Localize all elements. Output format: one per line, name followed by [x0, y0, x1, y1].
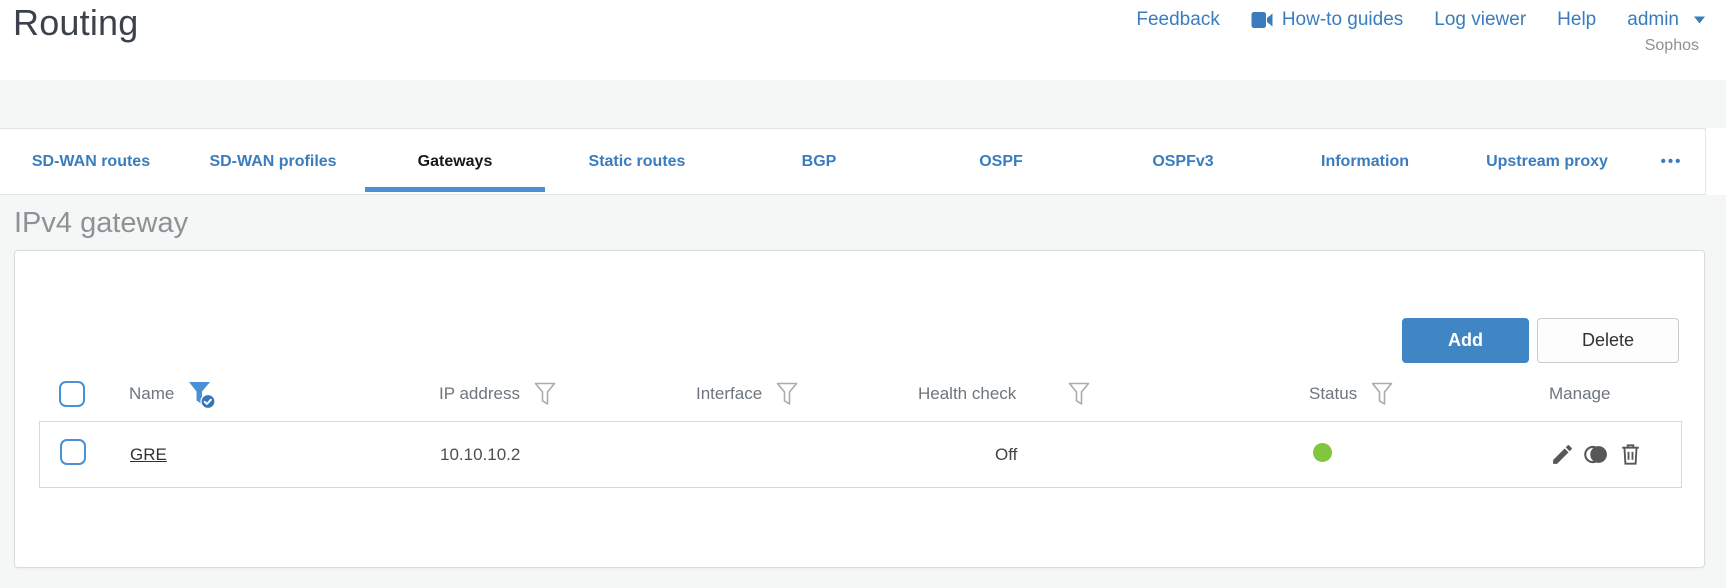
add-button[interactable]: Add	[1402, 318, 1529, 363]
filter-icon[interactable]	[775, 381, 799, 408]
filter-active-icon[interactable]	[187, 380, 216, 409]
column-header-name: Name	[129, 380, 439, 409]
delete-trash-icon[interactable]	[1618, 442, 1643, 467]
column-header-interface: Interface	[696, 381, 918, 408]
column-header-health-check: Health check	[918, 381, 1309, 408]
tab-static-routes[interactable]: Static routes	[546, 129, 728, 194]
tab-upstream-proxy[interactable]: Upstream proxy	[1456, 129, 1638, 194]
chevron-down-icon	[1693, 16, 1706, 24]
column-header-ip-address: IP address	[439, 381, 696, 408]
top-navigation: Feedback How-to guides Log viewer Help a…	[1136, 9, 1706, 31]
row-checkbox[interactable]	[60, 439, 86, 465]
filter-icon[interactable]	[533, 381, 557, 408]
manage-actions	[1550, 442, 1681, 467]
video-camera-icon	[1251, 12, 1274, 28]
ipv4-gateway-panel: Add Delete Name IP address Interface Hea…	[14, 250, 1705, 568]
help-link[interactable]: Help	[1557, 9, 1596, 31]
more-tabs-button[interactable]: •••	[1638, 129, 1705, 194]
header-divider-band	[0, 80, 1726, 128]
table-header: Name IP address Interface Health check S…	[39, 371, 1682, 417]
tab-sd-wan-profiles[interactable]: SD-WAN profiles	[182, 129, 364, 194]
section-heading: IPv4 gateway	[14, 207, 189, 239]
column-header-status: Status	[1309, 381, 1549, 408]
delete-button[interactable]: Delete	[1537, 318, 1679, 363]
how-to-guides-link[interactable]: How-to guides	[1251, 9, 1403, 31]
ip-address-value: 10.10.10.2	[440, 444, 521, 464]
table-toolbar: Add Delete	[1402, 318, 1679, 363]
clone-icon[interactable]	[1584, 442, 1609, 467]
tab-information[interactable]: Information	[1274, 129, 1456, 194]
user-menu[interactable]: admin	[1627, 9, 1706, 31]
page-header: Routing Feedback How-to guides Log viewe…	[0, 0, 1726, 80]
select-all-checkbox[interactable]	[59, 381, 85, 407]
table-row: GRE 10.10.10.2 Off	[39, 421, 1682, 488]
tab-gateways[interactable]: Gateways	[364, 129, 546, 194]
filter-icon[interactable]	[1370, 381, 1394, 408]
tab-bgp[interactable]: BGP	[728, 129, 910, 194]
user-name: admin	[1627, 9, 1679, 30]
log-viewer-link[interactable]: Log viewer	[1434, 9, 1526, 31]
feedback-link[interactable]: Feedback	[1136, 9, 1219, 31]
tab-sd-wan-routes[interactable]: SD-WAN routes	[0, 129, 182, 194]
page-title: Routing	[13, 2, 139, 43]
org-label: Sophos	[1644, 37, 1699, 54]
status-up-indicator	[1313, 442, 1332, 462]
routing-tabbar: SD-WAN routes SD-WAN profiles Gateways S…	[0, 128, 1706, 195]
gateway-name-link[interactable]: GRE	[130, 445, 167, 464]
content-area: IPv4 gateway Add Delete Name IP address …	[0, 195, 1726, 588]
edit-pencil-icon[interactable]	[1550, 442, 1575, 467]
tab-ospfv3[interactable]: OSPFv3	[1092, 129, 1274, 194]
column-header-manage: Manage	[1549, 384, 1611, 403]
health-check-value: Off	[995, 444, 1018, 464]
filter-icon[interactable]	[1067, 381, 1091, 408]
tab-ospf[interactable]: OSPF	[910, 129, 1092, 194]
